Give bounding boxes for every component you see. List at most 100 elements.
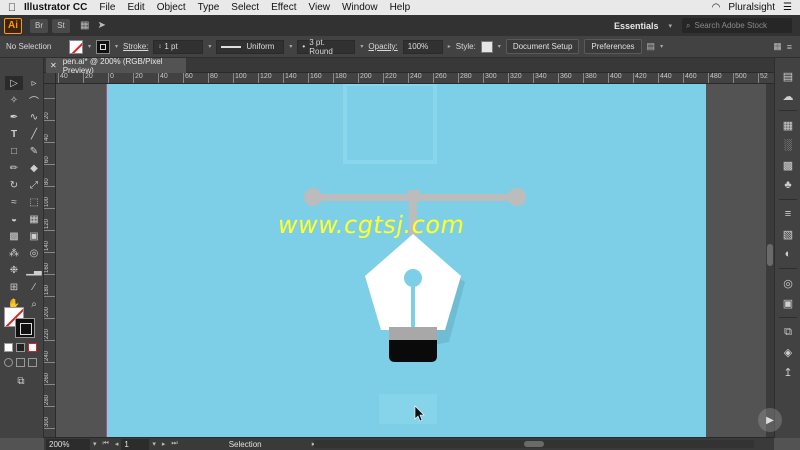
warp-tool-icon[interactable]: ≈: [5, 195, 23, 209]
horizontal-ruler[interactable]: 40 20 0 20 40 60 80 100 120 140 160 180 200 220 240 260…: [56, 73, 774, 84]
document-tab[interactable]: ✕ pen.ai* @ 200% (RGB/Pixel Preview): [46, 57, 186, 75]
variable-width-profile[interactable]: Uniform: [216, 39, 285, 54]
menu-view[interactable]: View: [308, 2, 330, 13]
stroke-indicator[interactable]: [15, 318, 35, 338]
document-setup-button[interactable]: Document Setup: [505, 39, 580, 54]
pluralsight-label[interactable]: Pluralsight: [728, 2, 775, 13]
fill-dropdown-icon[interactable]: ▾: [88, 43, 91, 50]
workspace-switcher[interactable]: Essentials: [614, 21, 659, 31]
draw-normal-icon[interactable]: [4, 358, 13, 367]
zoom-level-field[interactable]: 200%: [46, 438, 90, 450]
shape-builder-tool-icon[interactable]: ◒: [5, 212, 23, 226]
color-mode-icon[interactable]: [4, 343, 13, 352]
rotate-tool-icon[interactable]: ↻: [5, 178, 23, 192]
stock-search-input[interactable]: ⌕ Search Adobe Stock: [682, 18, 792, 33]
arrange-icon[interactable]: ▤: [647, 41, 656, 52]
color-icon[interactable]: ▦: [775, 115, 800, 135]
direct-selection-tool-icon[interactable]: ▹: [25, 76, 43, 90]
scale-tool-icon[interactable]: ⤢: [25, 178, 43, 192]
app-menu[interactable]: Illustrator CC: [24, 2, 87, 13]
vertical-scrollbar[interactable]: [766, 84, 774, 437]
menu-file[interactable]: File: [99, 2, 115, 13]
apple-icon[interactable]: : [0, 2, 24, 14]
menu-select[interactable]: Select: [231, 2, 259, 13]
ruler-origin[interactable]: [44, 73, 56, 84]
style-dropdown-icon[interactable]: ▾: [498, 43, 501, 50]
eyedropper-tool-icon[interactable]: ⁂: [5, 246, 23, 260]
menu-object[interactable]: Object: [157, 2, 186, 13]
panel-menu-icon[interactable]: ≡: [787, 42, 792, 52]
libraries-icon[interactable]: ☁: [775, 86, 800, 106]
close-icon[interactable]: ✕: [50, 61, 57, 70]
artboard-tool-icon[interactable]: ⊞: [5, 280, 23, 294]
horizontal-scroll-thumb[interactable]: [524, 441, 544, 447]
bridge-button[interactable]: Br: [30, 18, 48, 33]
properties-icon[interactable]: ▤: [775, 66, 800, 86]
paintbrush-tool-icon[interactable]: ✎: [25, 144, 43, 158]
opacity-field[interactable]: 100%: [402, 39, 443, 54]
lasso-tool-icon[interactable]: ⌒: [25, 93, 43, 108]
stroke-weight-dropdown-icon[interactable]: ▾: [208, 43, 211, 50]
magic-wand-tool-icon[interactable]: ✧: [5, 93, 23, 107]
previous-artboard-icon[interactable]: ◂: [115, 440, 119, 448]
align-icon[interactable]: ▦: [773, 41, 782, 52]
draw-behind-icon[interactable]: [16, 358, 25, 367]
blend-tool-icon[interactable]: ◎: [25, 246, 43, 260]
slice-tool-icon[interactable]: ∕: [25, 280, 43, 294]
gradient-mode-icon[interactable]: [16, 343, 25, 352]
stroke-color-swatch[interactable]: [96, 39, 111, 54]
brush-dropdown-icon[interactable]: ▾: [360, 43, 363, 50]
eraser-tool-icon[interactable]: ◆: [25, 161, 43, 175]
curvature-tool-icon[interactable]: ∿: [25, 110, 43, 124]
chevron-down-icon[interactable]: ▾: [668, 22, 672, 30]
mesh-tool-icon[interactable]: ▩: [5, 229, 23, 243]
arrange-dropdown-icon[interactable]: ▾: [660, 43, 663, 50]
opacity-dropdown-icon[interactable]: ▸: [448, 43, 451, 50]
none-mode-icon[interactable]: [28, 343, 37, 352]
stock-button[interactable]: St: [52, 18, 70, 33]
wifi-icon[interactable]: ◠: [712, 2, 721, 13]
shaper-tool-icon[interactable]: ✏: [5, 161, 23, 175]
symbols-icon[interactable]: ♣: [775, 175, 800, 195]
pasteboard[interactable]: www.cgtsj.com: [56, 84, 766, 437]
graphic-style-swatch[interactable]: [480, 40, 493, 53]
gradient-panel-icon[interactable]: ▧: [775, 224, 800, 244]
profile-dropdown-icon[interactable]: ▾: [289, 43, 292, 50]
graphic-styles-icon[interactable]: ▣: [775, 293, 800, 313]
brush-definition[interactable]: • 3 pt. Round: [297, 38, 356, 56]
last-artboard-icon[interactable]: ⏭: [171, 440, 177, 448]
line-segment-tool-icon[interactable]: ╱: [25, 127, 43, 141]
artboard-dropdown-icon[interactable]: ▾: [152, 440, 156, 448]
stroke-dropdown-icon[interactable]: ▾: [115, 43, 118, 50]
artboard[interactable]: [106, 84, 706, 437]
transparency-icon[interactable]: ◐: [775, 244, 800, 264]
color-guide-icon[interactable]: ░: [775, 135, 800, 155]
appearance-icon[interactable]: ◎: [775, 273, 800, 293]
gradient-tool-icon[interactable]: ▣: [25, 229, 43, 243]
arrange-documents-icon[interactable]: ▦: [80, 20, 89, 31]
free-transform-tool-icon[interactable]: ⬚: [25, 195, 43, 209]
selection-tool-icon[interactable]: ▷: [5, 76, 23, 90]
stroke-weight-field[interactable]: ↕ 1 pt: [153, 39, 204, 54]
opacity-label[interactable]: Opacity:: [368, 42, 397, 51]
stroke-panel-icon[interactable]: ≡: [775, 204, 800, 224]
draw-inside-icon[interactable]: [28, 358, 37, 367]
stroke-label[interactable]: Stroke:: [123, 42, 148, 51]
rectangle-tool-icon[interactable]: □: [5, 144, 23, 158]
swatches-icon[interactable]: ▩: [775, 155, 800, 175]
layers-icon[interactable]: ◈: [775, 342, 800, 362]
symbol-sprayer-tool-icon[interactable]: ❉: [5, 263, 23, 277]
asset-export-icon[interactable]: ↥: [775, 362, 800, 382]
next-artboard-icon[interactable]: ▸: [162, 440, 166, 448]
gpu-performance-icon[interactable]: ➤: [97, 20, 105, 31]
horizontal-scrollbar[interactable]: [314, 440, 754, 448]
menu-effect[interactable]: Effect: [271, 2, 296, 13]
preferences-button[interactable]: Preferences: [584, 39, 642, 54]
type-tool-icon[interactable]: T: [5, 127, 23, 141]
menu-window[interactable]: Window: [342, 2, 378, 13]
menu-help[interactable]: Help: [390, 2, 411, 13]
pen-tool-icon[interactable]: ✒: [5, 110, 23, 124]
artboards-icon[interactable]: ⧉: [775, 322, 800, 342]
first-artboard-icon[interactable]: ⏮: [103, 440, 109, 448]
column-graph-tool-icon[interactable]: ▁▃: [25, 263, 43, 277]
